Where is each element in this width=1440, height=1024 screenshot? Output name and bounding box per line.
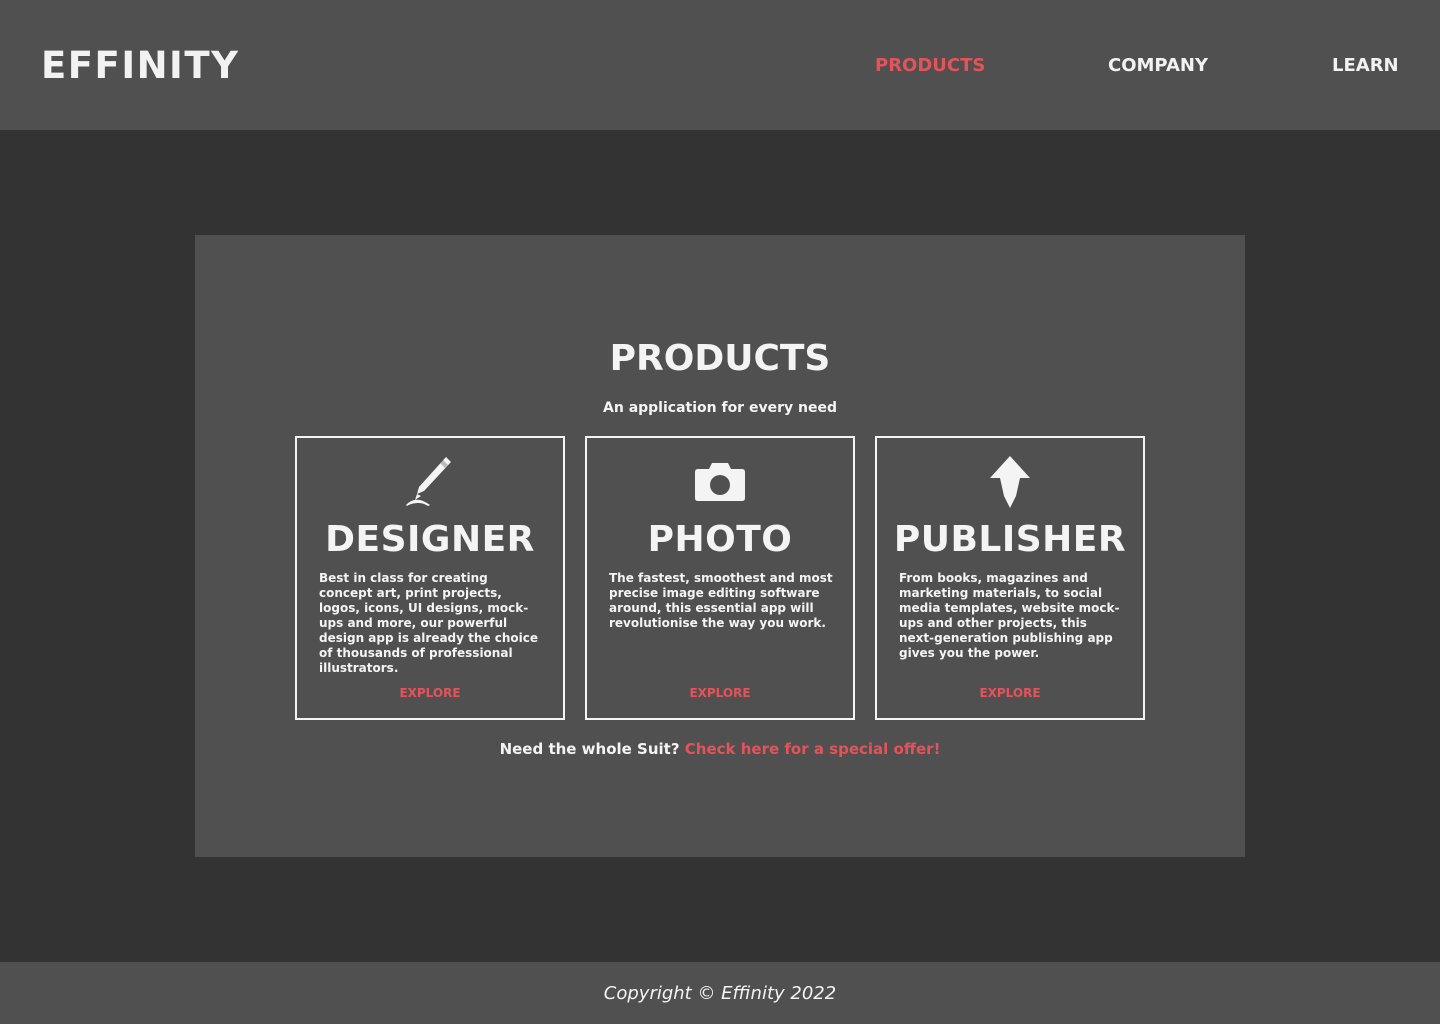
card-description: Best in class for creating concept art, … (319, 571, 538, 675)
card-title: DESIGNER (325, 519, 535, 560)
card-description: The fastest, smoothest and most precise … (609, 571, 833, 630)
card-description: From books, magazines and marketing mate… (899, 571, 1120, 660)
suite-offer: Need the whole Suit? Check here for a sp… (0, 740, 1440, 759)
copyright-text: Copyright © Effinity 2022 (603, 983, 837, 1004)
special-offer-link[interactable]: Check here for a special offer! (685, 740, 941, 758)
suite-offer-text: Need the whole Suit? (499, 740, 680, 758)
explore-link-designer[interactable]: EXPLORE (297, 686, 563, 701)
explore-link-publisher[interactable]: EXPLORE (877, 686, 1143, 701)
nav-link-learn[interactable]: LEARN (1332, 55, 1399, 77)
card-title: PUBLISHER (893, 519, 1127, 560)
product-card-publisher: PUBLISHER From books, magazines and mark… (875, 436, 1145, 720)
pen-nib-icon (877, 454, 1143, 510)
nav-link-products[interactable]: PRODUCTS (875, 55, 985, 77)
nav-link-company[interactable]: COMPANY (1108, 55, 1208, 77)
product-card-designer: DESIGNER Best in class for creating conc… (295, 436, 565, 720)
products-heading: PRODUCTS (609, 338, 831, 379)
product-card-photo: PHOTO The fastest, smoothest and most pr… (585, 436, 855, 720)
explore-link-photo[interactable]: EXPLORE (587, 686, 853, 701)
card-title: PHOTO (647, 519, 793, 560)
products-subtitle: An application for every need (603, 400, 837, 416)
camera-icon (587, 454, 853, 510)
site-logo[interactable]: EFFINITY (41, 44, 239, 88)
pen-icon (297, 454, 563, 510)
